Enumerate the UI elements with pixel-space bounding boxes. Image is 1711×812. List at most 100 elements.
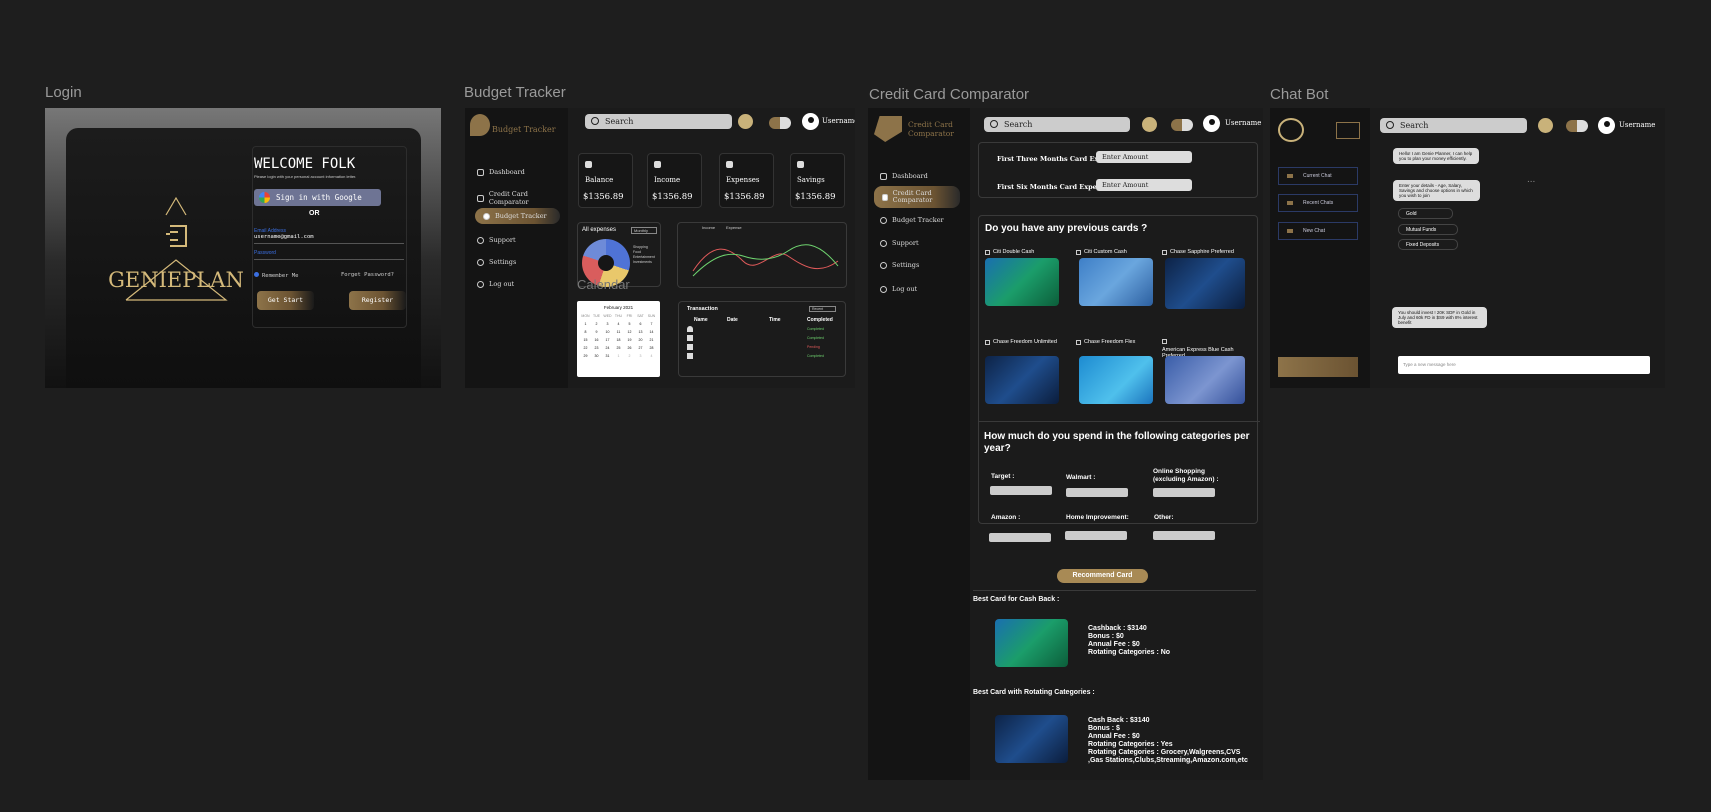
calendar-day[interactable]: 8	[580, 330, 591, 334]
recent-chats-item[interactable]: Recent Chats	[1278, 194, 1358, 212]
nav-budget-tracker[interactable]: Budget Tracker	[475, 208, 560, 224]
amazon-spend-input[interactable]	[989, 533, 1051, 542]
nav-logout[interactable]: Log out	[477, 280, 514, 288]
chat-search-input[interactable]: Search	[1380, 118, 1527, 133]
calendar-day[interactable]: 31	[602, 354, 613, 358]
remember-me-checkbox[interactable]: Remember Me	[254, 272, 298, 279]
first-six-input[interactable]: Enter Amount	[1096, 179, 1192, 191]
nav-budget-tracker[interactable]: Budget Tracker	[880, 216, 944, 224]
calendar-day[interactable]: 24	[602, 346, 613, 350]
menu-icon[interactable]	[1336, 122, 1360, 139]
calendar-day[interactable]: 28	[646, 346, 657, 350]
tx-status: Completed	[807, 354, 824, 358]
calendar-day[interactable]: 18	[613, 338, 624, 342]
card-option[interactable]: Chase Freedom Flex	[1076, 339, 1135, 345]
profile-bar[interactable]	[1278, 357, 1358, 377]
monthly-select[interactable]: Monthly	[631, 227, 657, 234]
current-chat-item[interactable]: Current Chat	[1278, 167, 1358, 185]
calendar-day[interactable]: 20	[635, 338, 646, 342]
option-chip[interactable]: Fixed Deposits	[1398, 239, 1458, 250]
avatar[interactable]	[1203, 115, 1220, 132]
calendar-day[interactable]: 12	[624, 330, 635, 334]
detail-line: Cashback : $3140	[1088, 625, 1147, 632]
calendar-day[interactable]: 14	[646, 330, 657, 334]
calendar-day[interactable]: 4	[646, 354, 657, 358]
nav-credit-card[interactable]: Credit Card Comparator	[477, 190, 568, 206]
calendar-day[interactable]: 19	[624, 338, 635, 342]
nav-settings[interactable]: Settings	[880, 261, 919, 269]
stat-balance-value: $1356.89	[583, 192, 624, 202]
nav-dashboard[interactable]: Dashboard	[880, 172, 928, 180]
calendar-day[interactable]: 2	[591, 322, 602, 326]
card-option-label: Chase Freedom Unlimited	[993, 339, 1057, 345]
recommend-card-button[interactable]: Recommend Card	[1057, 569, 1148, 583]
calendar-day[interactable]: 26	[624, 346, 635, 350]
calendar-day[interactable]: 10	[602, 330, 613, 334]
nav-credit-card[interactable]: Credit Card Comparator	[874, 186, 960, 208]
stat-balance: Balance $1356.89	[578, 153, 633, 208]
calendar-day[interactable]: 1	[613, 354, 624, 358]
frame-title-cc: Credit Card Comparator	[869, 86, 1030, 103]
target-spend-input[interactable]	[990, 486, 1052, 495]
nav-support[interactable]: Support	[477, 236, 516, 244]
calendar-day[interactable]: 16	[591, 338, 602, 342]
password-field[interactable]: Password	[254, 250, 276, 256]
calendar-day[interactable]: 7	[646, 322, 657, 326]
card-option[interactable]: Chase Freedom Unlimited	[985, 339, 1057, 345]
bell-icon[interactable]	[1142, 117, 1157, 132]
register-button[interactable]: Register	[349, 291, 406, 310]
walmart-spend-input[interactable]	[1066, 488, 1128, 497]
transaction-filter[interactable]: Recent	[809, 306, 836, 312]
calendar-day[interactable]: 15	[580, 338, 591, 342]
online-spend-input[interactable]	[1153, 488, 1215, 497]
calendar-day[interactable]: 29	[580, 354, 591, 358]
calendar-day[interactable]: 13	[635, 330, 646, 334]
calendar-day[interactable]: 6	[635, 322, 646, 326]
more-icon[interactable]: ...	[1527, 174, 1535, 185]
theme-toggle[interactable]	[1566, 120, 1588, 132]
calendar-day[interactable]: 27	[635, 346, 646, 350]
bell-icon[interactable]	[1538, 118, 1553, 133]
calendar-day[interactable]: 4	[613, 322, 624, 326]
nav-dashboard[interactable]: Dashboard	[477, 168, 525, 176]
email-field[interactable]: username@gmail.com	[254, 234, 314, 240]
card-option[interactable]: Citi Double Cash	[985, 249, 1034, 255]
calendar-day[interactable]: 23	[591, 346, 602, 350]
get-start-button[interactable]: Get Start	[257, 291, 314, 310]
calendar-day[interactable]: 2	[624, 354, 635, 358]
calendar-day[interactable]: 1	[580, 322, 591, 326]
calendar-day[interactable]: 17	[602, 338, 613, 342]
income-expense-chart: Income Expense	[677, 222, 847, 288]
budget-search-input[interactable]: Search	[585, 114, 732, 129]
calendar-day[interactable]: 9	[591, 330, 602, 334]
new-chat-item[interactable]: New Chat	[1278, 222, 1358, 240]
budget-brand: Budget Tracker	[492, 125, 556, 134]
calendar-day[interactable]: 3	[635, 354, 646, 358]
calendar-day[interactable]: 3	[602, 322, 613, 326]
avatar[interactable]	[802, 113, 819, 130]
bell-icon[interactable]	[738, 114, 753, 129]
calendar-day[interactable]: 30	[591, 354, 602, 358]
calendar-day[interactable]: 11	[613, 330, 624, 334]
nav-logout[interactable]: Log out	[880, 285, 917, 293]
avatar[interactable]	[1598, 117, 1615, 134]
calendar-day[interactable]: 21	[646, 338, 657, 342]
nav-settings[interactable]: Settings	[477, 258, 516, 266]
card-option[interactable]: Chase Sapphire Preferred	[1162, 249, 1234, 255]
message-input[interactable]: Type a new message here	[1398, 356, 1650, 374]
option-chip[interactable]: Gold	[1398, 208, 1453, 219]
calendar-day[interactable]: 22	[580, 346, 591, 350]
home-improvement-spend-input[interactable]	[1065, 531, 1127, 540]
cc-search-input[interactable]: Search	[984, 117, 1130, 132]
calendar-day[interactable]: 5	[624, 322, 635, 326]
calendar-day[interactable]: 25	[613, 346, 624, 350]
theme-toggle[interactable]	[1171, 119, 1193, 131]
forgot-password-link[interactable]: Forget Password?	[341, 272, 394, 278]
other-spend-input[interactable]	[1153, 531, 1215, 540]
first-three-input[interactable]: Enter Amount	[1096, 151, 1192, 163]
option-chip[interactable]: Mutual Funds	[1398, 224, 1458, 235]
card-option[interactable]: Citi Custom Cash	[1076, 249, 1127, 255]
nav-support[interactable]: Support	[880, 239, 919, 247]
google-signin-button[interactable]: Sign in with Google	[254, 189, 381, 206]
theme-toggle[interactable]	[769, 117, 791, 129]
